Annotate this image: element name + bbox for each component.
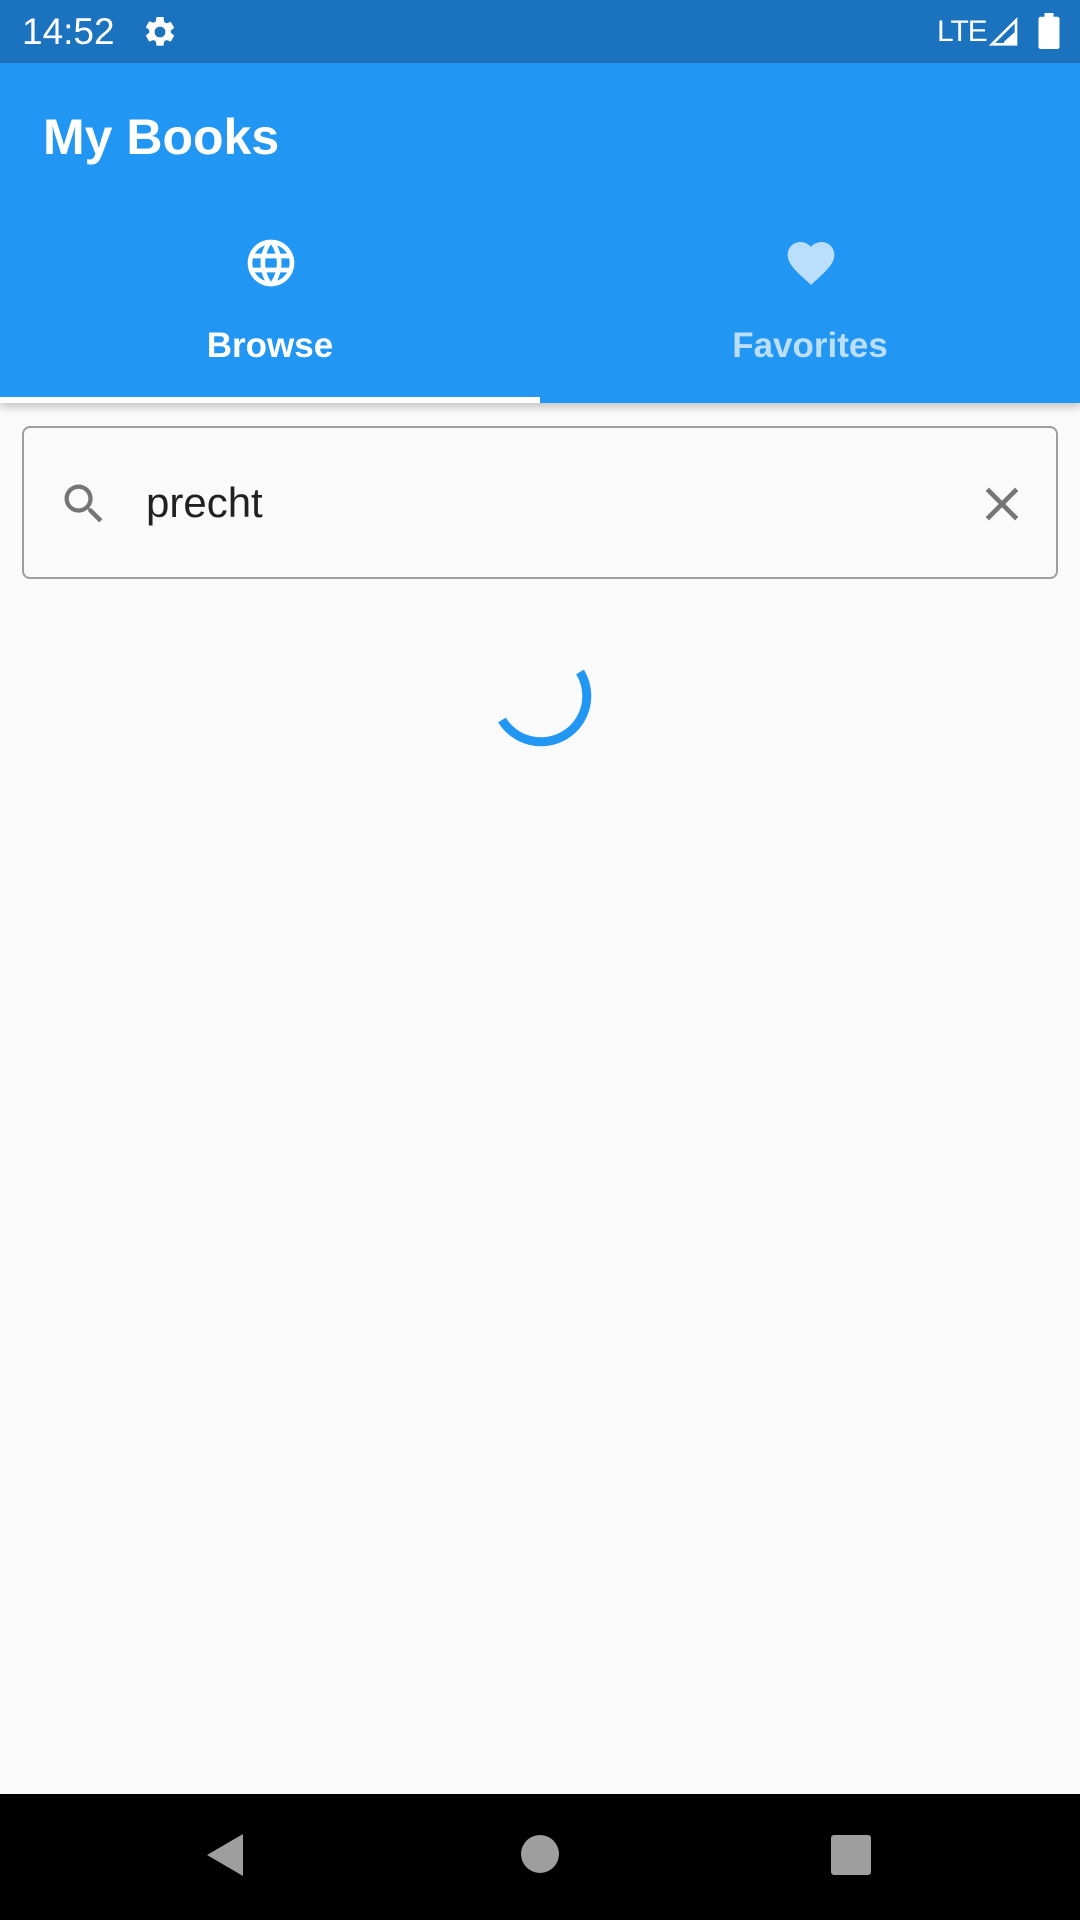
tab-browse[interactable]: Browse (0, 235, 540, 403)
navigation-bar (0, 1794, 1080, 1920)
battery-icon (1038, 13, 1060, 49)
search-icon (64, 484, 103, 523)
recents-icon[interactable] (831, 1835, 871, 1875)
network-type: LTE (937, 15, 988, 48)
status-time: 14:52 (22, 11, 115, 52)
heart-icon (787, 242, 835, 285)
globe-icon (247, 239, 295, 287)
tab-browse-label: Browse (206, 326, 334, 365)
tab-indicator (0, 397, 540, 403)
back-icon[interactable] (203, 1830, 247, 1880)
app-bar: My Books Browse Favorites (0, 63, 1080, 403)
tab-favorites[interactable]: Favorites (540, 235, 1080, 403)
gear-icon (145, 16, 175, 46)
tab-favorites-label: Favorites (732, 326, 888, 365)
app-title: My Books (43, 109, 280, 165)
signal-icon (988, 17, 1018, 46)
search-field[interactable] (22, 426, 1058, 579)
loading-spinner (498, 669, 592, 747)
status-bar: 14:52 LTE (0, 0, 1080, 63)
search-input[interactable] (146, 468, 966, 538)
close-icon[interactable] (974, 476, 1030, 532)
home-icon[interactable] (520, 1834, 560, 1874)
